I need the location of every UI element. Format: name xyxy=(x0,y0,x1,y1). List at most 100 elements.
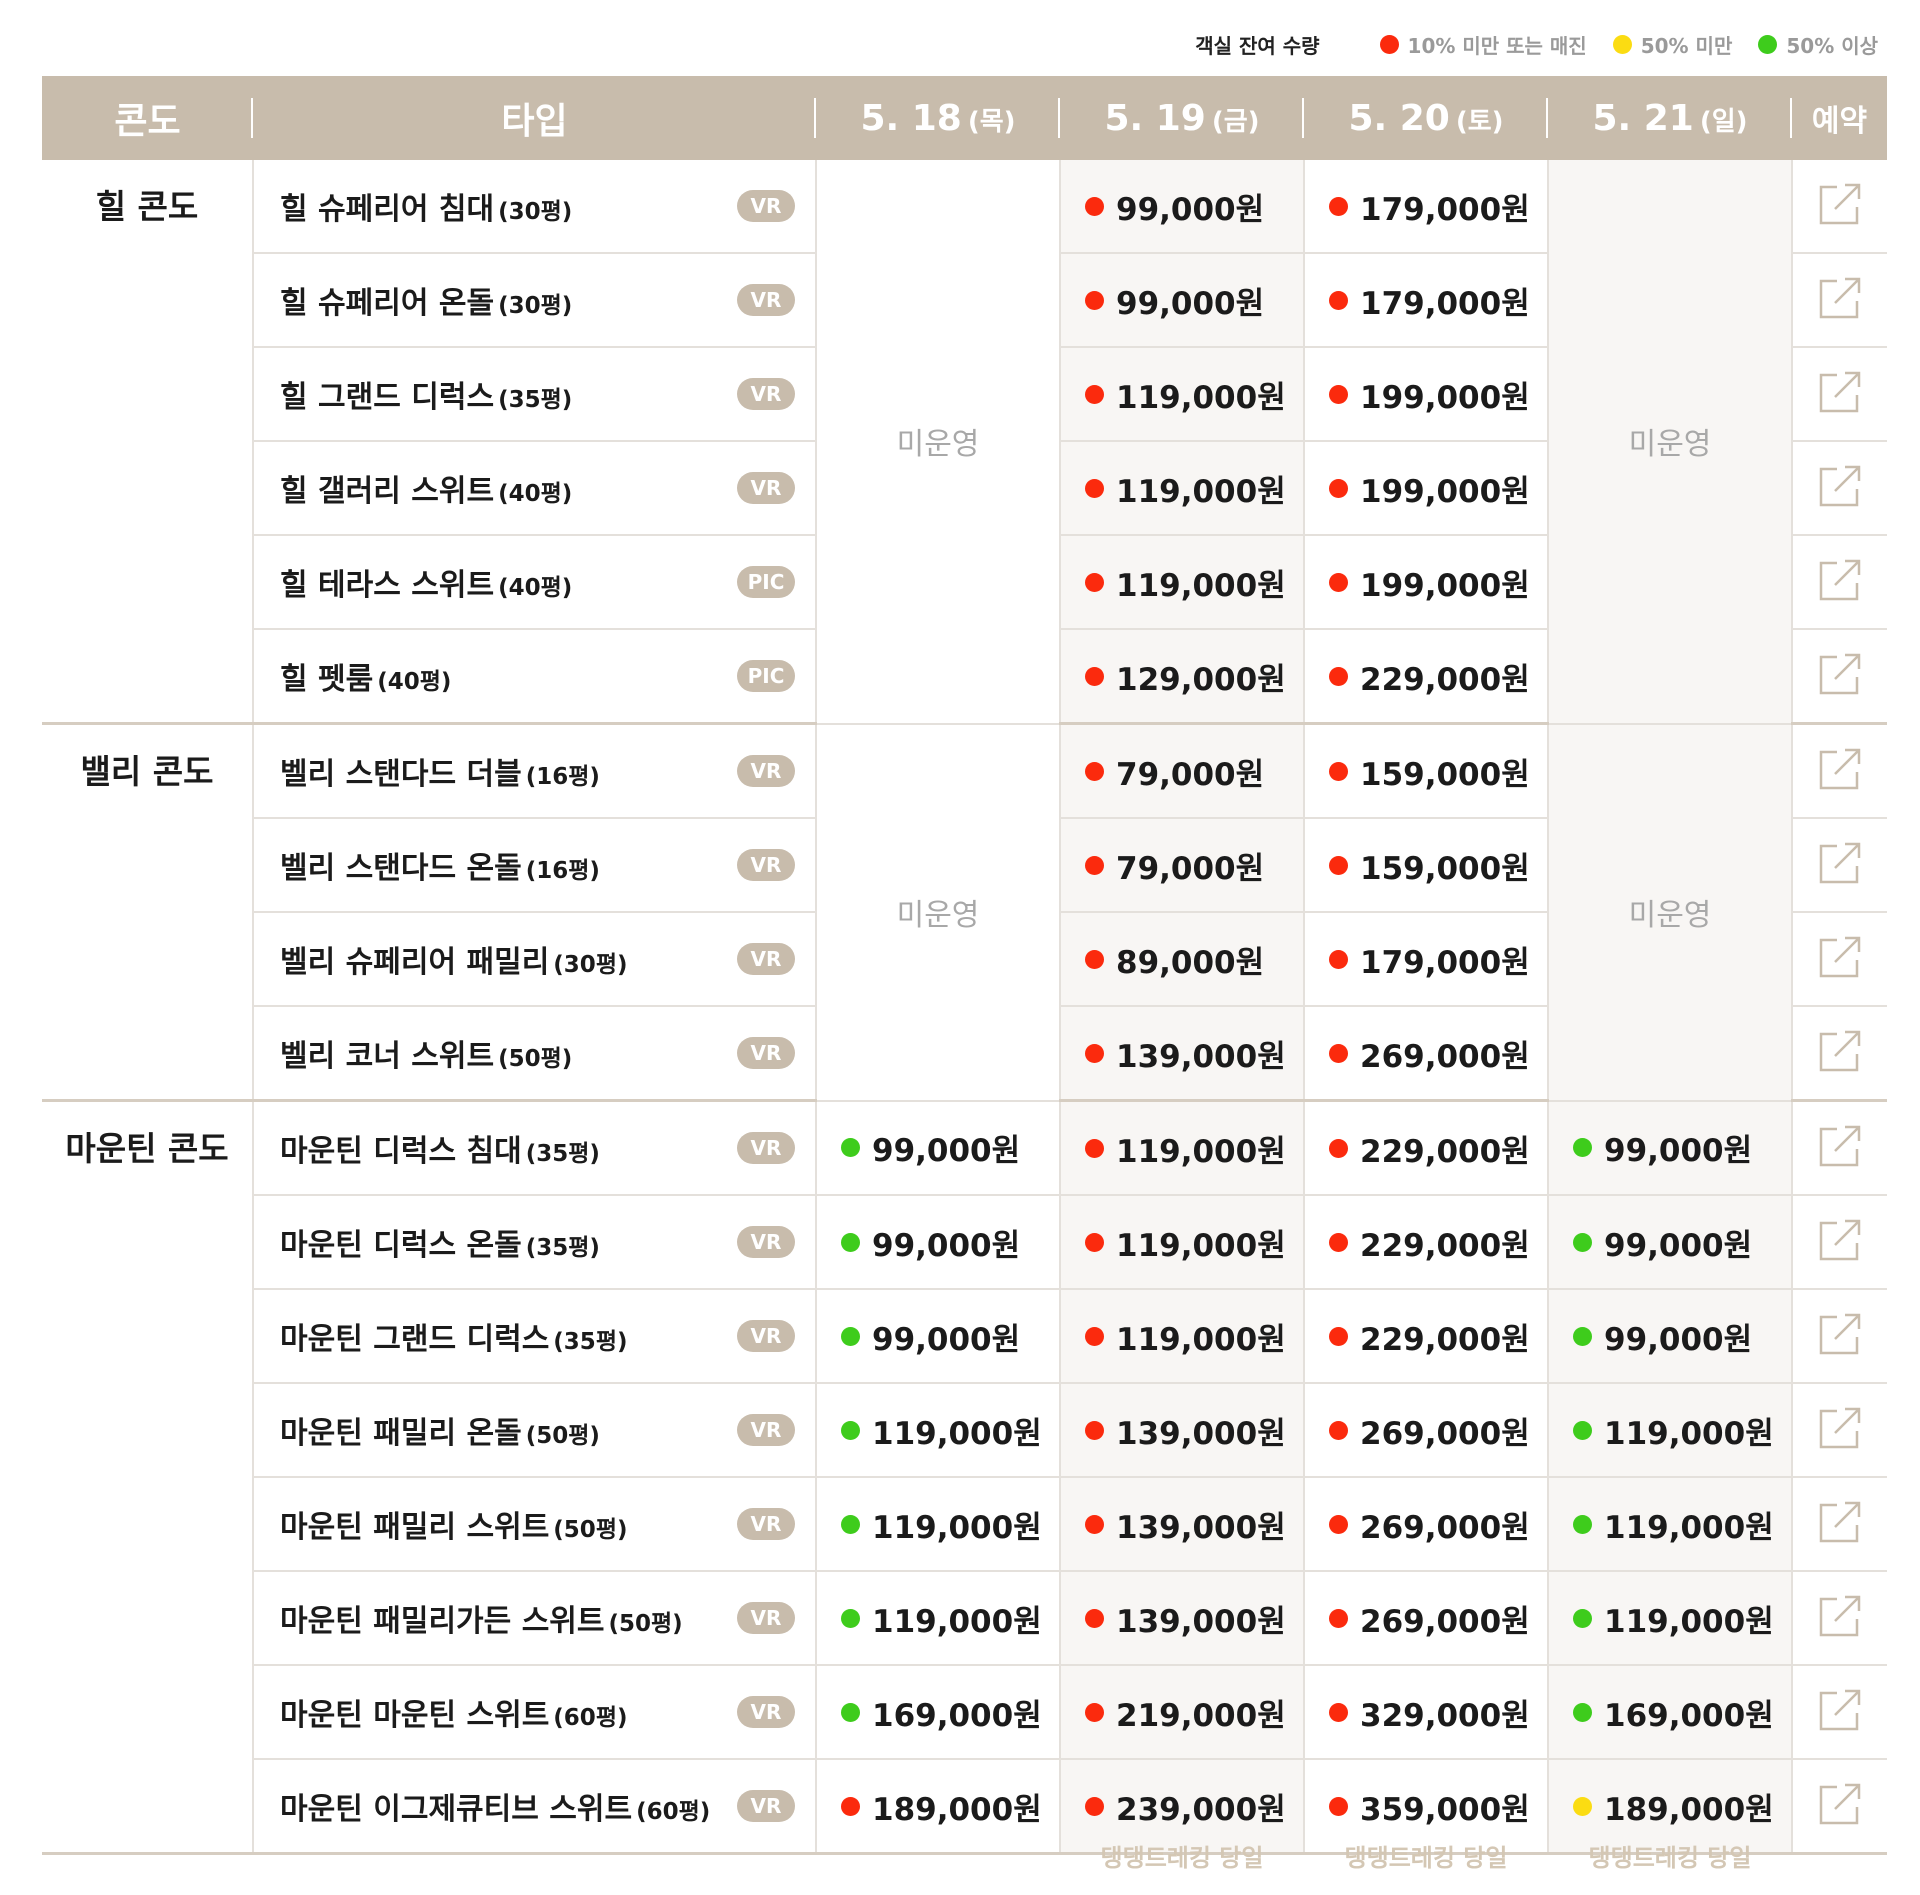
media-badge-button[interactable]: VR xyxy=(737,1226,795,1258)
booking-link-button[interactable] xyxy=(1792,1289,1887,1384)
price: 89,000원 xyxy=(1085,937,1303,982)
table-body: 힐 콘도 힐 슈페리어 침대 (30평) VR 미운영 99,000원 179,000원 미운… xyxy=(42,160,1887,1855)
room-type-name: 힐 테라스 스위트 xyxy=(280,568,495,603)
room-type-cell: 마운틴 디럭스 온돌 (35평) VR xyxy=(253,1195,817,1290)
booking-link-button[interactable] xyxy=(1792,1665,1887,1760)
external-link-icon xyxy=(1819,1219,1861,1261)
booking-link-button[interactable] xyxy=(1792,1195,1887,1290)
price-cell: 269,000원 xyxy=(1304,1477,1549,1572)
external-link-icon xyxy=(1819,1689,1861,1731)
media-badge-button[interactable]: VR xyxy=(737,190,795,222)
booking-link-button[interactable] xyxy=(1792,441,1887,536)
media-badge-button[interactable]: VR xyxy=(737,1790,795,1822)
room-type-name: 힐 갤러리 스위트 xyxy=(280,474,495,509)
price: 229,000원 xyxy=(1329,1220,1547,1265)
price: 139,000원 xyxy=(1085,1502,1303,1547)
header-date: 5. 20 (토) xyxy=(1304,76,1548,160)
room-type-cell: 마운틴 그랜드 디럭스 (35평) VR xyxy=(253,1289,817,1384)
media-badge-button[interactable]: VR xyxy=(737,472,795,504)
red-dot-icon xyxy=(1085,1608,1104,1628)
header-date-day: 5. 19 xyxy=(1104,97,1206,139)
room-type-label: 힐 슈페리어 침대 (30평) xyxy=(280,184,572,228)
price-value: 189,000원 xyxy=(872,1791,1042,1828)
media-badge-button[interactable]: VR xyxy=(737,378,795,410)
room-type-name: 마운틴 마운틴 스위트 xyxy=(280,1698,550,1733)
price-value: 229,000원 xyxy=(1360,661,1530,698)
booking-link-button[interactable] xyxy=(1792,1006,1887,1102)
external-link-icon xyxy=(1819,183,1861,225)
red-dot-icon xyxy=(1329,572,1348,592)
red-dot-icon xyxy=(1329,196,1348,216)
red-dot-icon xyxy=(1085,1420,1104,1440)
media-badge-button[interactable]: VR xyxy=(737,1602,795,1634)
header-date-dow: (목) xyxy=(967,106,1016,137)
media-badge-button[interactable]: VR xyxy=(737,755,795,787)
price-cell: 119,000원 xyxy=(1060,441,1305,536)
price-value: 119,000원 xyxy=(872,1509,1042,1546)
price-cell: 229,000원 xyxy=(1304,1195,1549,1290)
price-cell: 99,000원 xyxy=(1060,160,1305,254)
media-badge-button[interactable]: VR xyxy=(737,849,795,881)
price-value: 199,000원 xyxy=(1360,379,1530,416)
table-row: 마운틴 디럭스 온돌 (35평) VR 99,000원 119,000원 229,000원… xyxy=(42,1195,1887,1290)
room-size: (16평) xyxy=(525,764,600,790)
price: 99,000원 xyxy=(841,1314,1059,1359)
room-size: (50평) xyxy=(608,1611,683,1637)
price-value: 119,000원 xyxy=(1116,567,1286,604)
booking-link-button[interactable] xyxy=(1792,1100,1887,1196)
price: 119,000원 xyxy=(841,1596,1059,1641)
media-badge-button[interactable]: VR xyxy=(737,1037,795,1069)
price: 99,000원 xyxy=(1573,1125,1791,1170)
media-badge-button[interactable]: VR xyxy=(737,1414,795,1446)
price-cell: 159,000원 xyxy=(1304,723,1549,819)
price-cell: 179,000원 xyxy=(1304,253,1549,348)
media-badge-button[interactable]: VR xyxy=(737,284,795,316)
red-dot-icon xyxy=(1085,1702,1104,1722)
price: 159,000원 xyxy=(1329,749,1547,794)
price: 129,000원 xyxy=(1085,654,1303,699)
media-badge-button[interactable]: PIC xyxy=(737,566,795,598)
booking-link-button[interactable] xyxy=(1792,818,1887,913)
room-type-cell: 마운틴 마운틴 스위트 (60평) VR xyxy=(253,1665,817,1760)
room-type-name: 벨리 코너 스위트 xyxy=(280,1039,495,1074)
price-cell: 229,000원 xyxy=(1304,1289,1549,1384)
price-cell: 119,000원 xyxy=(1060,1100,1305,1196)
booking-link-button[interactable] xyxy=(1792,1571,1887,1666)
media-badge-button[interactable]: VR xyxy=(737,1320,795,1352)
booking-link-button[interactable] xyxy=(1792,723,1887,819)
price-cell: 269,000원 xyxy=(1304,1571,1549,1666)
media-badge-button[interactable]: VR xyxy=(737,1696,795,1728)
red-dot-icon xyxy=(1085,1232,1104,1252)
room-type: 마운틴 그랜드 디럭스 (35평) VR xyxy=(280,1314,795,1358)
price-value: 99,000원 xyxy=(1604,1133,1753,1170)
booking-link-button[interactable] xyxy=(1792,629,1887,725)
price-value: 79,000원 xyxy=(1116,756,1265,793)
not-operating-cell: 미운영 xyxy=(816,160,1061,725)
room-size: (30평) xyxy=(553,952,628,978)
green-dot-icon xyxy=(1758,34,1778,54)
green-dot-icon xyxy=(1573,1702,1592,1722)
price: 119,000원 xyxy=(1085,560,1303,605)
price-value: 269,000원 xyxy=(1360,1038,1530,1075)
price-value: 169,000원 xyxy=(872,1697,1042,1734)
room-type-name: 마운틴 디럭스 침대 xyxy=(280,1134,522,1169)
booking-link-button[interactable] xyxy=(1792,253,1887,348)
booking-link-button[interactable] xyxy=(1792,535,1887,630)
green-dot-icon xyxy=(1573,1232,1592,1252)
media-badge-button[interactable]: PIC xyxy=(737,660,795,692)
booking-link-button[interactable] xyxy=(1792,347,1887,442)
booking-link-button[interactable] xyxy=(1792,912,1887,1007)
booking-link-button[interactable] xyxy=(1792,1477,1887,1572)
green-dot-icon xyxy=(1573,1608,1592,1628)
external-link-icon xyxy=(1819,1783,1861,1825)
booking-link-button[interactable] xyxy=(1792,160,1887,254)
trekking-day-note: 댕댕트레킹 당일 xyxy=(1588,1844,1752,1872)
room-type-cell: 벨리 스탠다드 더블 (16평) VR xyxy=(253,723,817,819)
media-badge-button[interactable]: VR xyxy=(737,1508,795,1540)
external-link-icon xyxy=(1819,1030,1861,1072)
table-row: 마운틴 마운틴 스위트 (60평) VR 169,000원 219,000원 329,00… xyxy=(42,1665,1887,1760)
media-badge-button[interactable]: VR xyxy=(737,1132,795,1164)
media-badge-button[interactable]: VR xyxy=(737,943,795,975)
price-value: 139,000원 xyxy=(1116,1415,1286,1452)
booking-link-button[interactable] xyxy=(1792,1383,1887,1478)
